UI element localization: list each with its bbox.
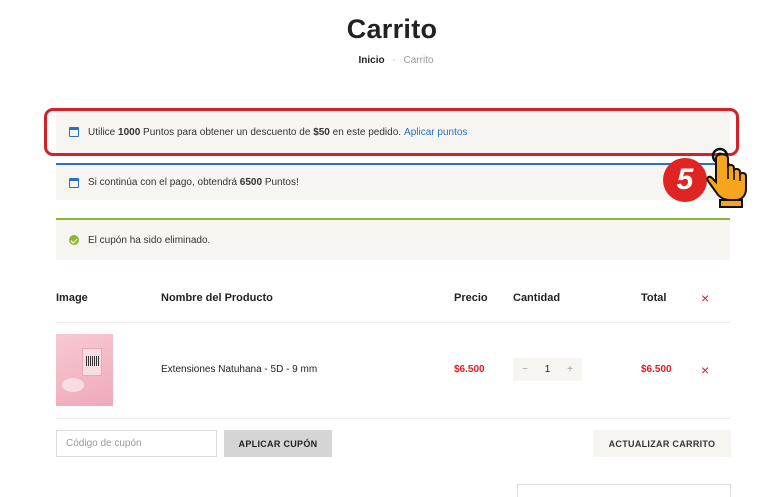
header-total: Total	[641, 292, 667, 304]
header-image: Image	[56, 292, 88, 304]
remove-all-icon[interactable]: ×	[701, 291, 709, 305]
points-earn-notice: Si continúa con el pago, obtendrá 6500 P…	[56, 163, 730, 200]
calendar-icon	[69, 177, 79, 188]
quantity-value[interactable]: 1	[545, 364, 551, 375]
quantity-increase-button[interactable]: +	[567, 364, 573, 375]
points-earn-text: Si continúa con el pago, obtendrá 6500 P…	[88, 177, 299, 188]
breadcrumb-current: Carrito	[403, 55, 434, 66]
table-divider	[56, 322, 730, 323]
product-price: $6.500	[454, 364, 485, 375]
page-title: Carrito	[346, 14, 438, 44]
header-product-name: Nombre del Producto	[161, 292, 273, 304]
header-quantity: Cantidad	[513, 292, 561, 304]
coupon-code-input[interactable]	[56, 430, 217, 457]
header-price: Precio	[454, 292, 488, 304]
remove-item-icon[interactable]: ×	[701, 363, 709, 377]
coupon-removed-notice: El cupón ha sido eliminado.	[56, 218, 730, 260]
breadcrumb: Inicio - Carrito	[0, 55, 768, 66]
product-thumbnail[interactable]	[56, 334, 113, 406]
tutorial-highlight-box	[44, 108, 739, 156]
product-name-link[interactable]: Extensiones Natuhana - 5D - 9 mm	[161, 364, 317, 375]
quantity-stepper[interactable]: − 1 +	[513, 358, 582, 381]
product-total: $6.500	[641, 364, 672, 375]
quantity-decrease-button[interactable]: −	[522, 364, 528, 375]
breadcrumb-home-link[interactable]: Inicio	[358, 55, 384, 66]
pointing-hand-icon	[706, 147, 747, 208]
table-divider	[56, 418, 730, 419]
earned-points: 6500	[239, 177, 263, 188]
cart-totals-box	[517, 484, 731, 497]
breadcrumb-separator: -	[392, 55, 396, 66]
apply-coupon-button[interactable]: APLICAR CUPÓN	[224, 430, 332, 457]
check-circle-icon	[69, 235, 79, 245]
tutorial-step-badge: 5	[663, 158, 707, 202]
coupon-removed-text: El cupón ha sido eliminado.	[88, 234, 211, 246]
update-cart-button[interactable]: ACTUALIZAR CARRITO	[593, 430, 731, 457]
